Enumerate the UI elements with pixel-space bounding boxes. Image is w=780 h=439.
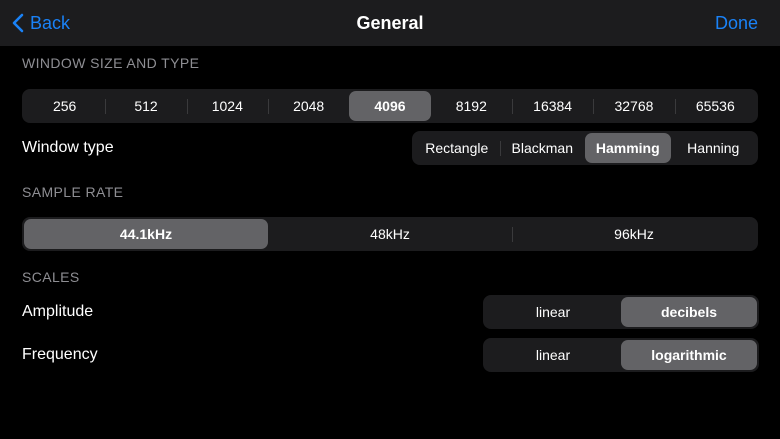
window-type-option-blackman[interactable]: Blackman bbox=[499, 133, 586, 163]
window-size-segmented-control: 256 512 1024 2048 4096 8192 16384 32768 65536 bbox=[22, 89, 758, 123]
frequency-option-linear[interactable]: linear bbox=[485, 340, 621, 370]
sample-rate-option-44-1khz[interactable]: 44.1kHz bbox=[24, 219, 268, 249]
window-size-option-4096[interactable]: 4096 bbox=[349, 91, 431, 121]
window-size-option-1024[interactable]: 1024 bbox=[186, 91, 268, 121]
window-size-option-256[interactable]: 256 bbox=[24, 91, 105, 121]
frequency-option-logarithmic[interactable]: logarithmic bbox=[621, 340, 757, 370]
window-type-label: Window type bbox=[22, 139, 114, 156]
navigation-bar: Back General Done bbox=[0, 0, 780, 46]
amplitude-label: Amplitude bbox=[22, 303, 94, 320]
window-size-option-512[interactable]: 512 bbox=[105, 91, 186, 121]
window-type-segmented-control: Rectangle Blackman Hamming Hanning bbox=[412, 131, 758, 165]
window-type-option-hamming[interactable]: Hamming bbox=[585, 133, 671, 163]
window-size-option-16384[interactable]: 16384 bbox=[511, 91, 593, 121]
amplitude-segmented-control: linear decibels bbox=[483, 295, 759, 329]
window-section-header: WINDOW SIZE AND TYPE bbox=[22, 55, 200, 71]
amplitude-option-linear[interactable]: linear bbox=[485, 297, 621, 327]
window-size-option-32768[interactable]: 32768 bbox=[593, 91, 674, 121]
window-size-option-2048[interactable]: 2048 bbox=[267, 91, 349, 121]
frequency-label: Frequency bbox=[22, 346, 98, 363]
sample-rate-option-96khz[interactable]: 96kHz bbox=[512, 219, 756, 249]
sample-rate-section-header: SAMPLE RATE bbox=[22, 184, 124, 200]
window-type-option-rectangle[interactable]: Rectangle bbox=[414, 133, 500, 163]
frequency-segmented-control: linear logarithmic bbox=[483, 338, 759, 372]
scales-section-header: SCALES bbox=[22, 269, 80, 285]
window-size-option-8192[interactable]: 8192 bbox=[431, 91, 512, 121]
done-button[interactable]: Done bbox=[715, 13, 758, 34]
sample-rate-option-48khz[interactable]: 48kHz bbox=[268, 219, 512, 249]
window-size-option-65536[interactable]: 65536 bbox=[674, 91, 756, 121]
page-title: General bbox=[356, 13, 424, 33]
amplitude-option-decibels[interactable]: decibels bbox=[621, 297, 757, 327]
sample-rate-segmented-control: 44.1kHz 48kHz 96kHz bbox=[22, 217, 758, 251]
window-type-option-hanning[interactable]: Hanning bbox=[671, 133, 757, 163]
